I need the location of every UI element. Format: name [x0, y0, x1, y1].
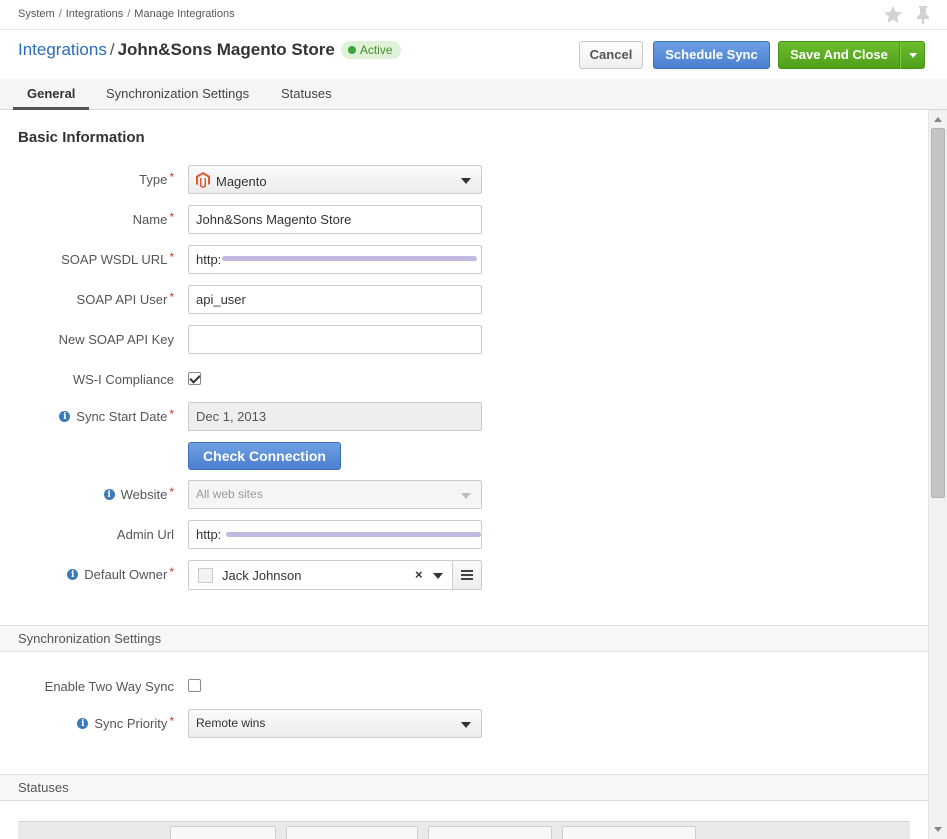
ws-i-compliance-checkbox[interactable]: [188, 372, 201, 385]
type-value: Magento: [216, 174, 267, 189]
info-icon[interactable]: i: [67, 569, 79, 580]
pin-icon[interactable]: [915, 5, 931, 24]
ws-i-compliance-label: WS-I Compliance: [72, 372, 174, 387]
page-title: Integrations / John&Sons Magento Store A…: [18, 40, 401, 60]
admin-url-label: Admin Url: [116, 527, 174, 542]
check-connection-button[interactable]: Check Connection: [188, 442, 341, 470]
enable-two-way-sync-label: Enable Two Way Sync: [44, 679, 174, 694]
sync-priority-select[interactable]: Remote wins: [188, 709, 482, 738]
default-owner-label: i Default Owner *: [67, 565, 174, 582]
enable-two-way-sync-checkbox[interactable]: [188, 679, 201, 692]
default-owner-value: Jack Johnson: [222, 568, 302, 583]
redacted-url-overlay: [222, 256, 477, 261]
title-integrations-link[interactable]: Integrations: [18, 40, 107, 60]
status-label: Active: [359, 43, 393, 57]
tab-synchronization-settings[interactable]: Synchronization Settings: [106, 86, 249, 110]
type-select[interactable]: Magento: [188, 165, 482, 194]
status-badge: Active: [340, 41, 401, 59]
new-soap-api-key-label: New SOAP API Key: [58, 332, 174, 347]
avatar: [198, 568, 213, 583]
save-and-close-button[interactable]: Save And Close: [778, 41, 900, 69]
tab-general[interactable]: General: [13, 86, 90, 110]
breadcrumb-separator: /: [58, 8, 62, 20]
entity-select-menu-button[interactable]: [452, 560, 482, 590]
grid-toolbar-item[interactable]: [428, 826, 552, 839]
sync-start-date-input: Dec 1, 2013: [188, 402, 482, 431]
grid-toolbar-item[interactable]: [170, 826, 276, 839]
scroll-down-arrow-icon[interactable]: [934, 827, 942, 832]
magento-logo-icon: [196, 172, 210, 191]
title-entity-name: John&Sons Magento Store: [117, 40, 335, 59]
title-separator: /: [109, 40, 115, 59]
section-title-statuses: Statuses: [18, 780, 69, 795]
sync-priority-label: i Sync Priority *: [77, 714, 174, 731]
default-owner-select[interactable]: Jack Johnson ×: [188, 560, 482, 590]
chevron-down-icon: [908, 53, 917, 59]
soap-api-user-label: SOAP API User *: [76, 289, 174, 308]
page-header: Integrations / John&Sons Magento Store A…: [0, 31, 947, 79]
favorite-star-icon[interactable]: [883, 5, 903, 24]
redacted-url-overlay: [226, 532, 481, 537]
breadcrumb: System / Integrations / Manage Integrations: [18, 8, 235, 20]
chevron-down-icon: [461, 493, 471, 499]
statuses-grid-toolbar: [18, 821, 910, 839]
type-label: Type *: [139, 169, 174, 188]
breadcrumb-bar: System / Integrations / Manage Integrations: [0, 0, 947, 30]
status-dot-icon: [347, 46, 356, 54]
info-icon[interactable]: i: [77, 718, 89, 729]
breadcrumb-item-system[interactable]: System: [18, 8, 55, 20]
new-soap-api-key-input[interactable]: [188, 325, 482, 354]
breadcrumb-item-manage-integrations[interactable]: Manage Integrations: [134, 8, 234, 20]
scrollbar-thumb[interactable]: [931, 128, 945, 498]
tab-bar: General Synchronization Settings Statuse…: [0, 79, 947, 110]
form-content: Basic Information Type * Magento Name * Jo…: [0, 110, 928, 839]
chevron-down-icon[interactable]: [433, 573, 443, 579]
cancel-button[interactable]: Cancel: [579, 41, 643, 69]
grid-toolbar-item[interactable]: [286, 826, 418, 839]
section-statuses: Statuses: [0, 774, 928, 801]
name-input[interactable]: John&Sons Magento Store: [188, 205, 482, 234]
section-title-synchronization-settings: Synchronization Settings: [18, 631, 162, 646]
vertical-scrollbar[interactable]: [928, 110, 947, 839]
section-synchronization-settings: Synchronization Settings: [0, 625, 928, 652]
name-label: Name *: [132, 209, 174, 228]
breadcrumb-item-integrations[interactable]: Integrations: [66, 8, 123, 20]
info-icon[interactable]: i: [103, 489, 115, 500]
clear-icon[interactable]: ×: [415, 567, 423, 582]
scroll-up-arrow-icon[interactable]: [934, 117, 942, 122]
page-actions: [883, 5, 931, 24]
schedule-sync-button[interactable]: Schedule Sync: [653, 41, 770, 69]
sync-start-date-label: i Sync Start Date *: [59, 407, 174, 424]
chevron-down-icon: [461, 722, 471, 728]
breadcrumb-separator: /: [127, 8, 131, 20]
website-select: All web sites: [188, 480, 482, 509]
soap-wsdl-url-label: SOAP WSDL URL *: [61, 249, 174, 268]
website-label: i Website *: [103, 485, 174, 502]
soap-api-user-input[interactable]: api_user: [188, 285, 482, 314]
chevron-down-icon: [461, 178, 471, 184]
section-title-basic-information: Basic Information: [18, 129, 145, 146]
tab-statuses[interactable]: Statuses: [281, 86, 332, 110]
info-icon[interactable]: i: [59, 411, 71, 422]
save-options-dropdown-button[interactable]: [900, 41, 925, 69]
grid-toolbar-item[interactable]: [562, 826, 696, 839]
